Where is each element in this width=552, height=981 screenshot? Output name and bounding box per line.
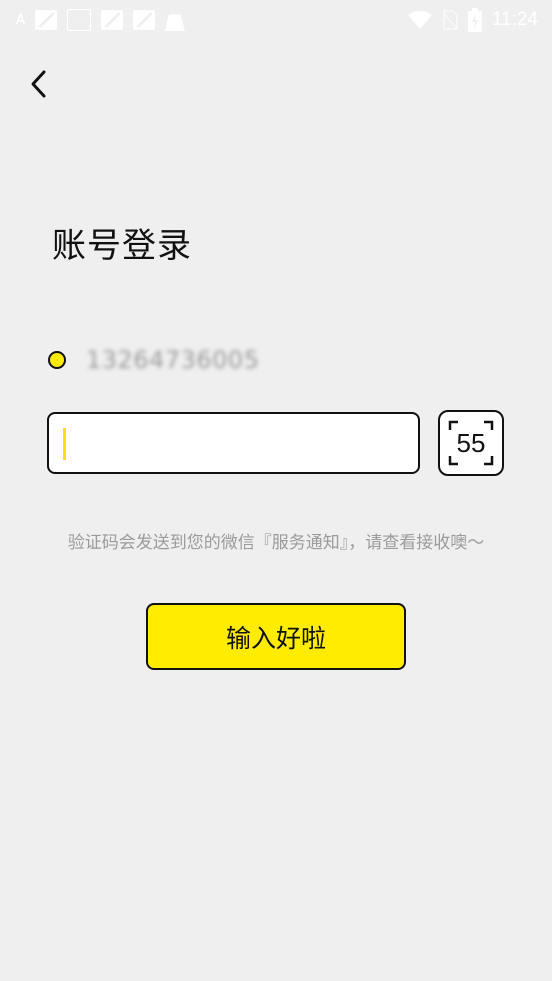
countdown-number: 55 xyxy=(456,427,486,458)
hint-text: 验证码会发送到您的微信『服务通知』，请查看接收噢～ xyxy=(67,533,485,553)
image-icon xyxy=(100,10,123,30)
phone-number: 13264736005 xyxy=(86,346,260,374)
status-bar: 𝖠 11:24 xyxy=(0,0,552,40)
news-icon xyxy=(66,9,91,31)
resend-countdown-button[interactable]: 55 xyxy=(438,410,504,476)
status-time: 11:24 xyxy=(491,9,538,30)
status-bar-notifications: 𝖠 xyxy=(16,9,185,31)
page-title: 账号登录 xyxy=(52,226,192,266)
back-button[interactable] xyxy=(20,66,56,102)
status-bar-system: 11:24 xyxy=(407,8,538,32)
chevron-left-icon xyxy=(31,70,46,98)
battery-charging-icon xyxy=(467,8,482,32)
wifi-icon xyxy=(407,11,432,29)
text-cursor xyxy=(63,428,66,460)
image-icon xyxy=(132,10,155,30)
translate-icon: 𝖠 xyxy=(16,12,25,28)
bag-icon xyxy=(164,14,185,31)
no-sim-icon xyxy=(442,10,458,30)
verification-code-input[interactable] xyxy=(47,412,420,474)
account-row: 13264736005 xyxy=(48,346,259,374)
submit-button[interactable]: 输入好啦 xyxy=(146,603,406,670)
image-icon xyxy=(34,10,57,30)
phone-indicator-dot xyxy=(48,351,66,369)
